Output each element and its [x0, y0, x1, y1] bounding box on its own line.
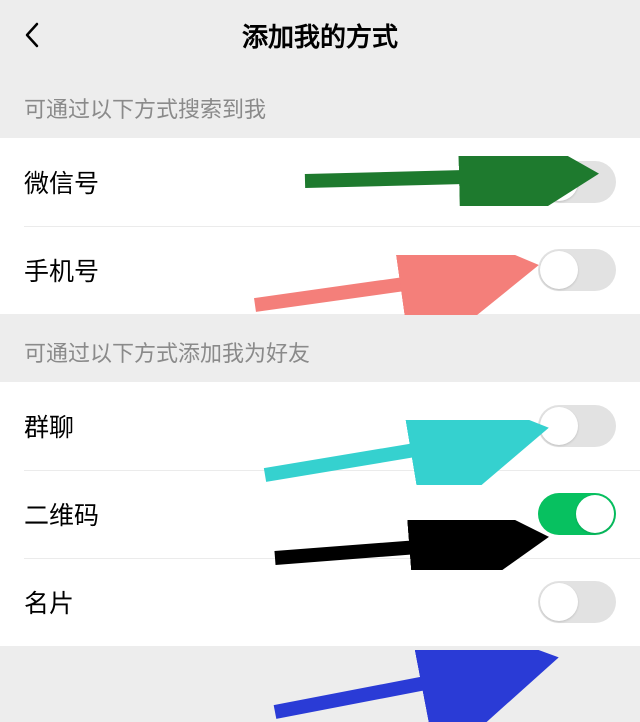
row-label: 手机号 — [24, 252, 99, 288]
toggle-wechat-id[interactable] — [538, 161, 616, 203]
toggle-qrcode[interactable] — [538, 493, 616, 535]
row-label: 微信号 — [24, 164, 99, 200]
toggle-card[interactable] — [538, 581, 616, 623]
row-label: 名片 — [24, 584, 74, 620]
annotation-arrow-card — [270, 650, 560, 722]
row-group-chat: 群聊 — [0, 382, 640, 470]
section-label-add-friend: 可通过以下方式添加我为好友 — [0, 314, 640, 382]
row-qrcode: 二维码 — [0, 470, 640, 558]
row-label: 群聊 — [24, 408, 74, 444]
row-phone: 手机号 — [0, 226, 640, 314]
row-label: 二维码 — [24, 496, 99, 532]
row-card: 名片 — [0, 558, 640, 646]
page-title: 添加我的方式 — [0, 17, 640, 54]
header: 添加我的方式 — [0, 0, 640, 70]
toggle-group-chat[interactable] — [538, 405, 616, 447]
add-friend-methods-group: 群聊 二维码 名片 — [0, 382, 640, 646]
chevron-left-icon — [23, 20, 43, 50]
search-methods-group: 微信号 手机号 — [0, 138, 640, 314]
toggle-phone[interactable] — [538, 249, 616, 291]
section-label-search: 可通过以下方式搜索到我 — [0, 70, 640, 138]
back-button[interactable] — [18, 20, 48, 50]
row-wechat-id: 微信号 — [0, 138, 640, 226]
